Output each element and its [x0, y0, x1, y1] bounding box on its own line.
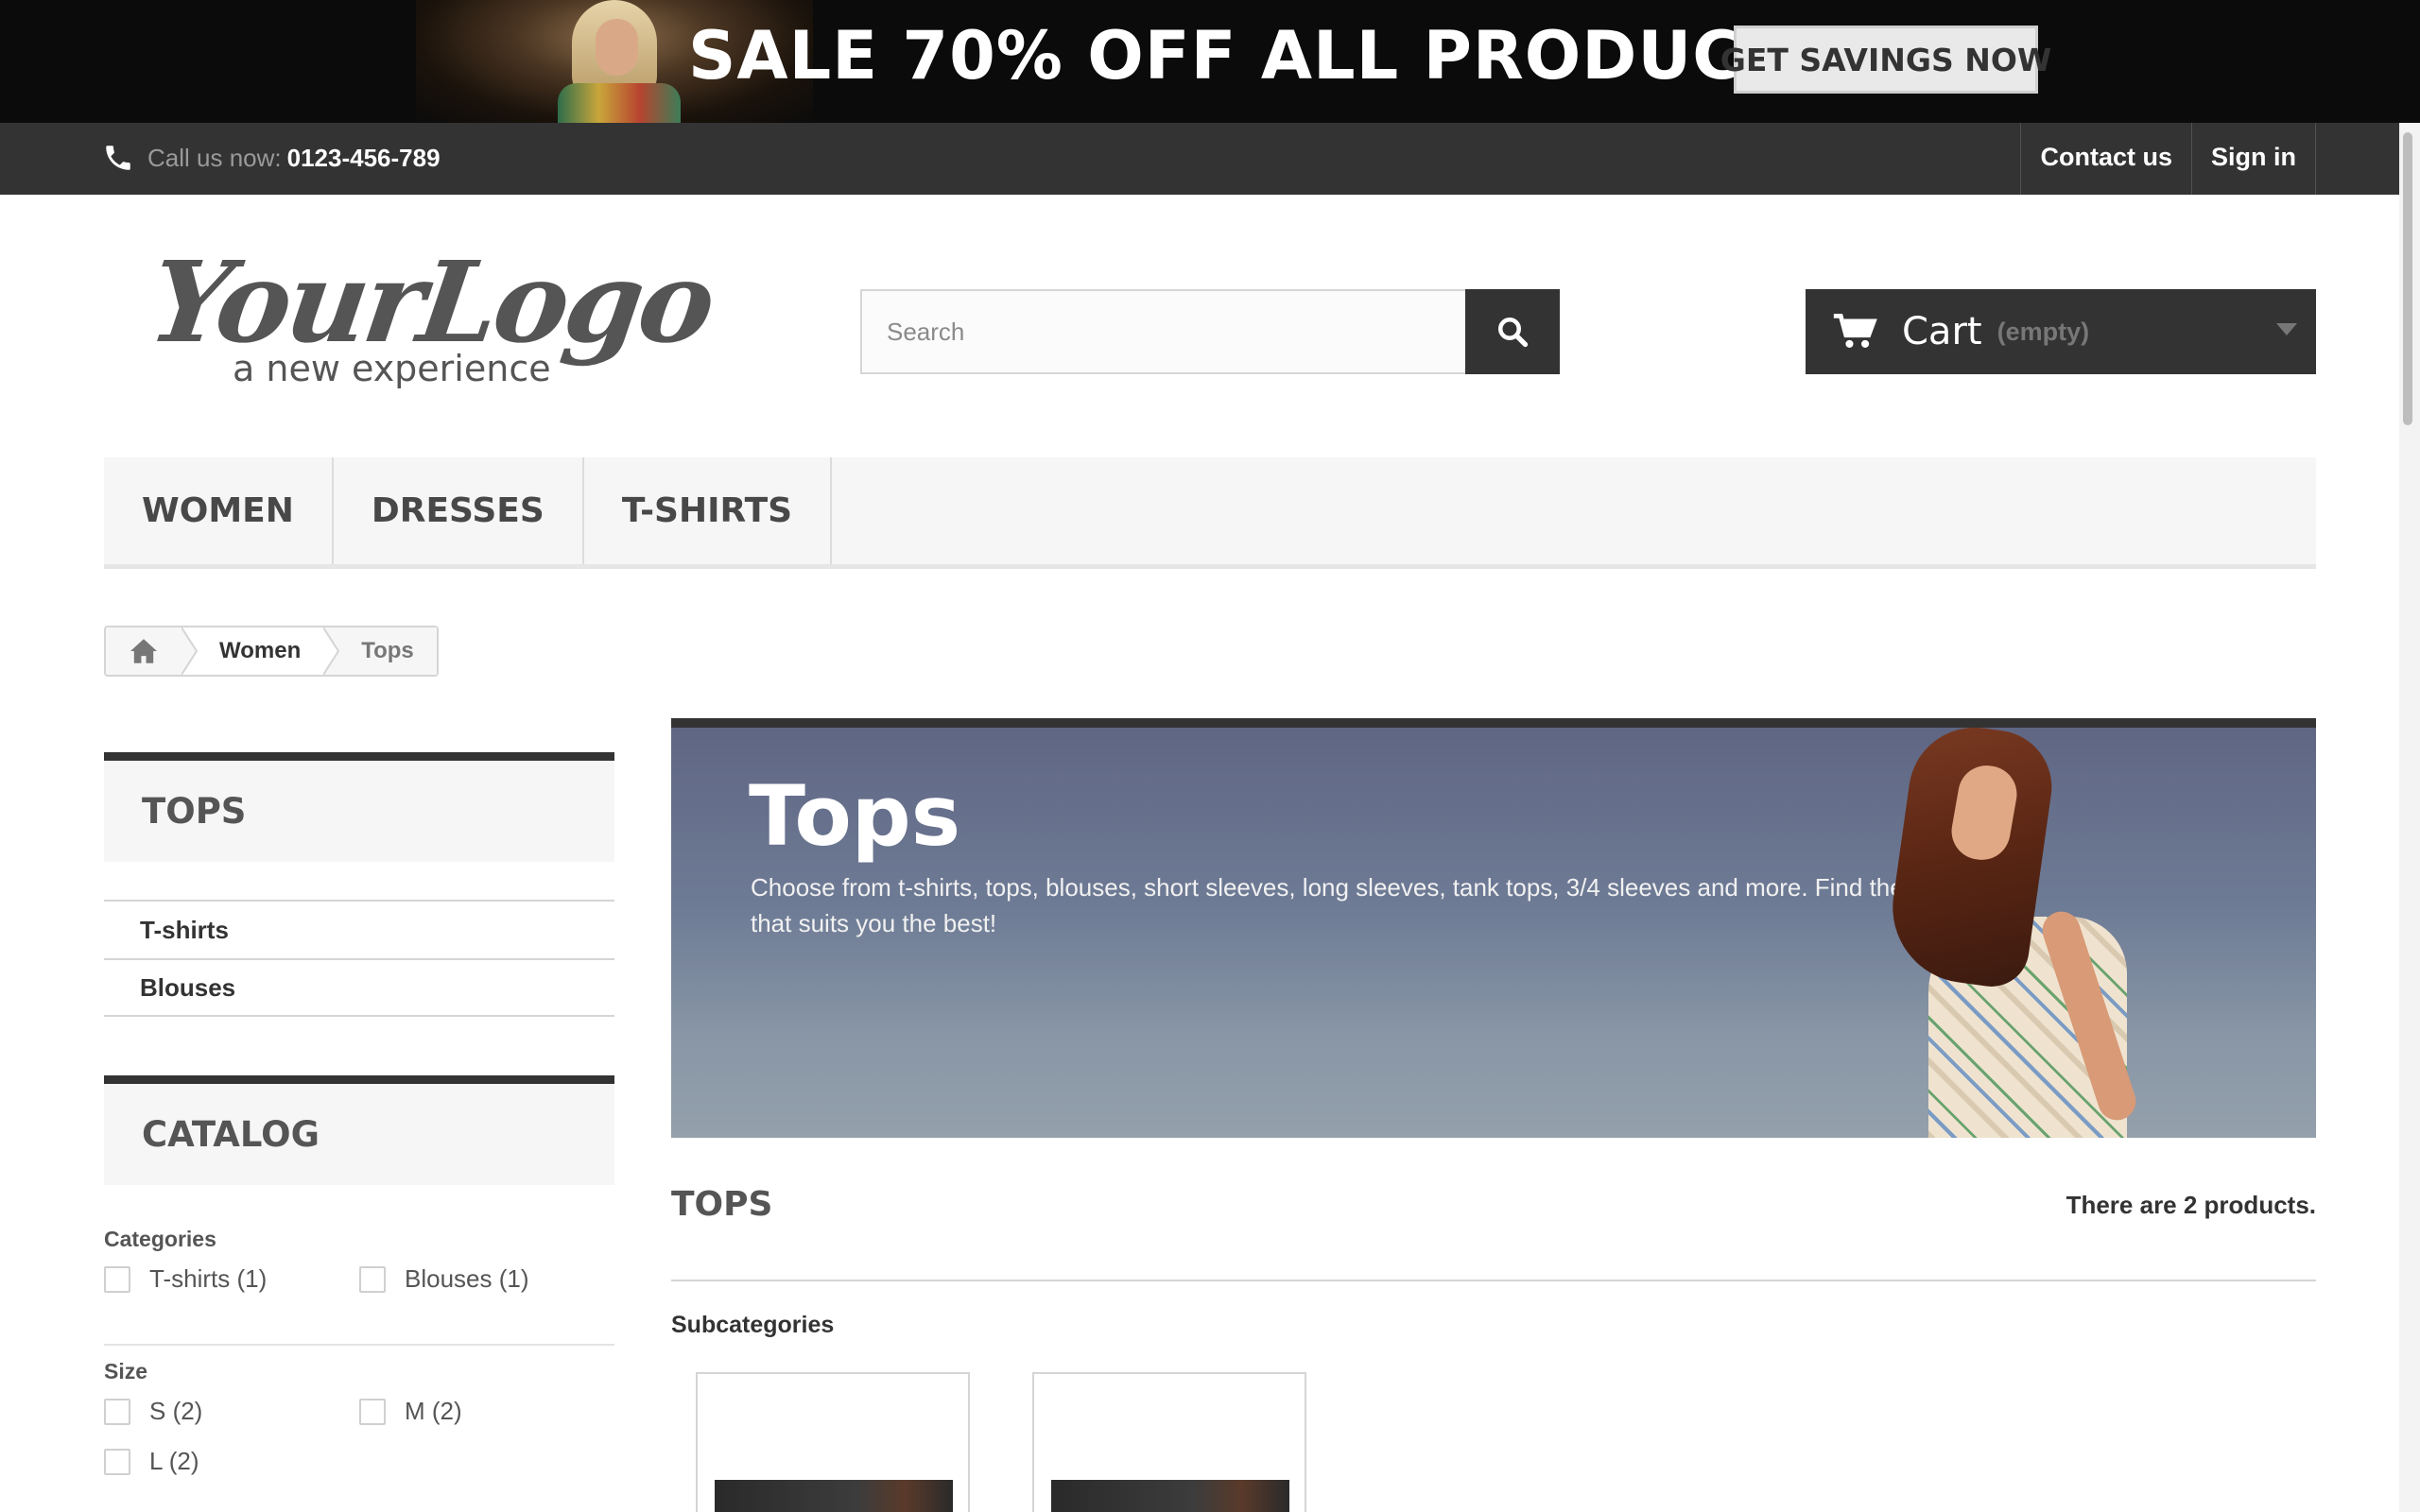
- page-scrollbar[interactable]: [2399, 123, 2420, 1512]
- search-input[interactable]: [860, 289, 1465, 374]
- search-button[interactable]: [1465, 289, 1560, 374]
- facet-title: Categories: [104, 1227, 216, 1251]
- search-icon: [1498, 318, 1529, 348]
- filter-label: S (2): [149, 1397, 203, 1425]
- subcategory-t-shirts[interactable]: T-shirts: [104, 900, 614, 958]
- cart-button[interactable]: Cart (empty): [1806, 289, 2316, 374]
- contact-us-link[interactable]: Contact us: [2020, 123, 2191, 195]
- subcategory-card[interactable]: [696, 1372, 970, 1512]
- subcategory-card[interactable]: [1032, 1372, 1306, 1512]
- products-heading: TOPS: [671, 1185, 773, 1224]
- filter-option[interactable]: S (2): [104, 1397, 359, 1426]
- site-logo[interactable]: YourLogo a new experience: [142, 236, 719, 397]
- facet-size: Size S (2) M (2) L (2): [104, 1359, 614, 1476]
- filter-label: T-shirts (1): [149, 1264, 268, 1293]
- filter-label: Blouses (1): [405, 1264, 529, 1293]
- product-count: There are 2 products.: [2066, 1191, 2316, 1219]
- checkbox[interactable]: [104, 1398, 130, 1425]
- category-banner: Tops Choose from t-shirts, tops, blouses…: [671, 718, 2316, 1138]
- filter-option[interactable]: L (2): [104, 1447, 359, 1476]
- cart-state: (empty): [1996, 317, 2090, 346]
- breadcrumb-women[interactable]: Women: [182, 627, 324, 675]
- phone-number: 0123-456-789: [286, 143, 441, 172]
- top-links: Contact us Sign in: [2020, 123, 2316, 195]
- main-menu: WOMEN DRESSES T-SHIRTS: [104, 457, 2316, 569]
- category-block-title[interactable]: TOPS: [104, 752, 614, 862]
- cart-icon: [1833, 313, 1877, 348]
- breadcrumb-tops: Tops: [323, 627, 437, 675]
- filter-label: L (2): [149, 1447, 199, 1475]
- phone-icon: [106, 146, 130, 170]
- subcategory-list: T-shirts Blouses: [104, 900, 614, 1017]
- menu-item-t-shirts[interactable]: T-SHIRTS: [584, 457, 833, 564]
- breadcrumb-separator-icon: [182, 627, 199, 675]
- cart-label: Cart: [1902, 310, 1982, 353]
- products-header: TOPS There are 2 products.: [671, 1185, 2316, 1281]
- promo-banner[interactable]: SALE 70% OFF ALL PRODUCTS GET SAVINGS NO…: [0, 0, 2420, 123]
- catalog-block-title: CATALOG: [104, 1075, 614, 1185]
- checkbox[interactable]: [359, 1398, 386, 1425]
- banner-title: Tops: [749, 767, 961, 865]
- checkbox[interactable]: [104, 1265, 130, 1293]
- filter-option[interactable]: Blouses (1): [359, 1264, 614, 1294]
- banner-model-image: [1787, 728, 2316, 1138]
- filter-option[interactable]: T-shirts (1): [104, 1264, 359, 1294]
- breadcrumb-separator-icon: [323, 627, 340, 675]
- get-savings-button[interactable]: GET SAVINGS NOW: [1720, 26, 2051, 94]
- checkbox[interactable]: [104, 1448, 130, 1475]
- breadcrumb: Women Tops: [104, 626, 439, 677]
- subcategories-heading: Subcategories: [671, 1312, 835, 1338]
- promo-headline: SALE 70% OFF ALL PRODUCTS: [688, 17, 1837, 94]
- checkbox[interactable]: [359, 1265, 386, 1293]
- facet-title: Size: [104, 1359, 148, 1383]
- subcategory-thumbnail[interactable]: [1051, 1480, 1289, 1512]
- sign-in-link[interactable]: Sign in: [2191, 123, 2316, 195]
- home-icon: [130, 639, 157, 663]
- search-form: [860, 289, 1560, 374]
- facet-categories: Categories T-shirts (1) Blouses (1): [104, 1227, 614, 1294]
- chevron-down-icon[interactable]: [2276, 323, 2297, 335]
- menu-item-women[interactable]: WOMEN: [104, 457, 334, 564]
- logo-tagline: a new experience: [233, 348, 551, 389]
- top-nav-bar: Call us now: 0123-456-789 Contact us Sig…: [0, 123, 2420, 195]
- breadcrumb-tops-label: Tops: [361, 638, 414, 663]
- phone-contact: Call us now: 0123-456-789: [102, 142, 441, 174]
- facet-divider: [104, 1344, 614, 1346]
- subcategory-blouses[interactable]: Blouses: [104, 958, 614, 1017]
- menu-item-dresses[interactable]: DRESSES: [334, 457, 584, 564]
- breadcrumb-home[interactable]: [106, 627, 182, 675]
- filter-option[interactable]: M (2): [359, 1397, 614, 1426]
- filter-label: M (2): [405, 1397, 462, 1425]
- phone-label: Call us now:: [147, 143, 282, 172]
- breadcrumb-women-label: Women: [219, 638, 302, 663]
- scrollbar-thumb[interactable]: [2403, 132, 2412, 425]
- subcategory-thumbnail[interactable]: [715, 1480, 953, 1512]
